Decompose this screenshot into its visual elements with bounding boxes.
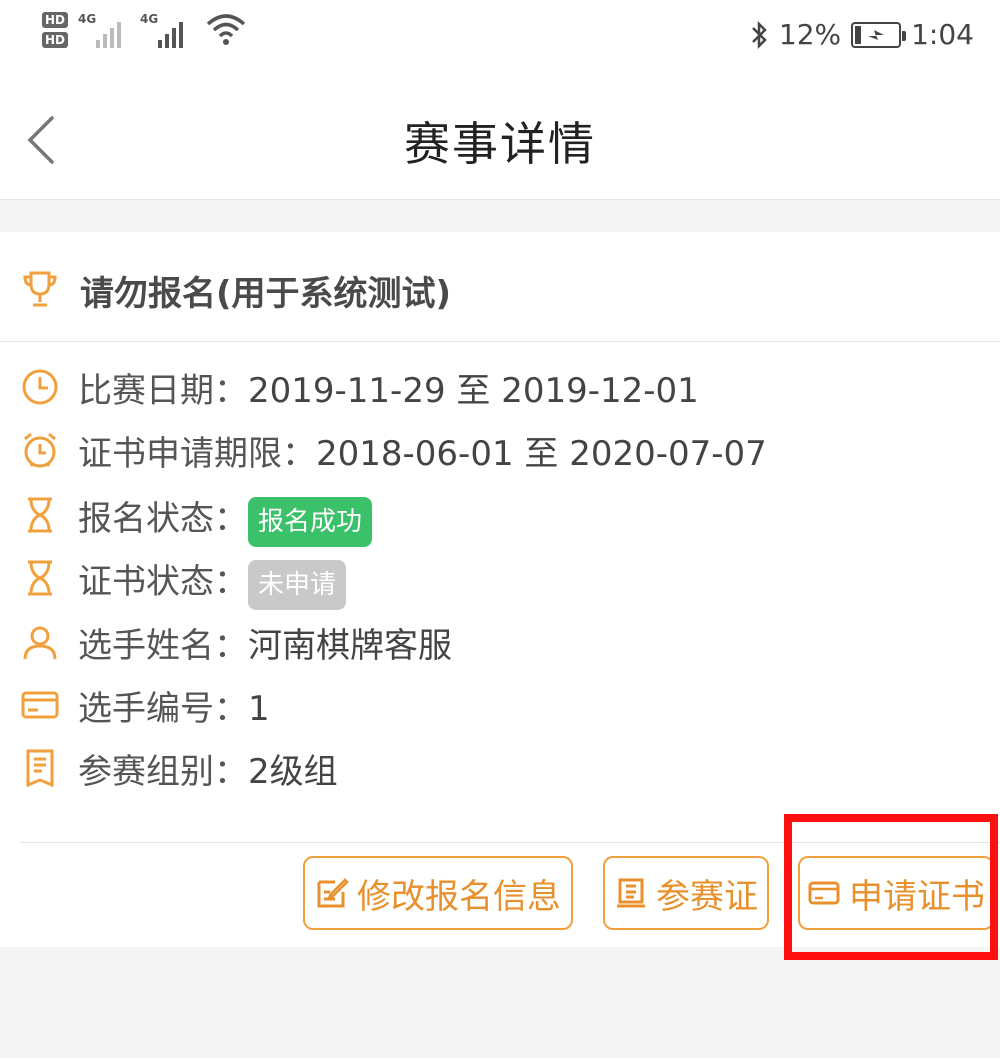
person-icon [23,626,57,660]
entry-pass-button[interactable]: 参赛证 [603,856,769,930]
edit-registration-label: 修改报名信息 [357,876,561,917]
book-icon [617,878,645,908]
hd-badge-2: HD [42,32,69,48]
battery-percent: 12% [778,18,842,51]
info-row-player-number-text: 选手编号：1 [78,681,270,730]
network-type-2: 4G [140,12,159,26]
info-row-registration-status: 报名状态： 报名成功 [0,485,1000,547]
clock-icon [22,369,58,405]
info-value: 2级组 [248,752,338,792]
info-label: 选手姓名： [78,626,248,666]
entry-pass-label: 参赛证 [656,876,758,917]
info-value: 1 [248,689,270,729]
status-bar: HD HD 4G 4G 12% 1:04 [0,0,1000,80]
info-label: 证书申请期限： [78,434,316,474]
info-value: 2019-11-29 至 2019-12-01 [248,371,699,411]
alarm-clock-icon [24,432,56,468]
info-row-cert-deadline: 证书申请期限：2018-06-01 至 2020-07-07 [0,420,1000,476]
document-icon [26,749,54,788]
highlight-box [784,814,998,960]
wifi-icon [206,14,246,45]
status-left: HD HD 4G 4G [42,12,246,62]
edit-registration-button[interactable]: 修改报名信息 [303,856,573,930]
hd-badge-1: HD [42,12,69,28]
info-row-player-name-text: 选手姓名：河南棋牌客服 [78,618,452,667]
info-row-date-text: 比赛日期：2019-11-29 至 2019-12-01 [78,363,699,412]
info-label: 选手编号： [78,689,248,729]
battery-icon [851,21,907,48]
info-label: 参赛组别： [78,752,248,792]
info-row-cert-deadline-text: 证书申请期限：2018-06-01 至 2020-07-07 [78,426,767,475]
info-row-certificate-text: 证书状态： 未申请 [78,554,347,610]
info-value: 2018-06-01 至 2020-07-07 [316,434,767,474]
info-label: 报名状态： [78,499,248,539]
hd-indicators: HD HD [42,12,69,48]
info-row-certificate-status: 证书状态： 未申请 [0,548,1000,610]
edit-icon [317,878,349,908]
info-value: 河南棋牌客服 [248,626,452,666]
info-label: 比赛日期： [78,371,248,411]
hourglass-icon [28,497,52,533]
status-badge-not-applied: 未申请 [248,560,347,610]
info-row-date: 比赛日期：2019-11-29 至 2019-12-01 [0,357,1000,413]
trophy-icon [23,271,57,307]
signal-2-icon: 4G [140,12,192,52]
card-icon [21,691,59,719]
info-row-registration-text: 报名状态： 报名成功 [78,491,373,547]
network-type-1: 4G [78,12,97,26]
page-title: 赛事详情 [404,117,596,171]
hourglass-icon [28,560,52,596]
event-header: 请勿报名(用于系统测试) [0,232,1000,342]
info-row-player-number: 选手编号：1 [0,675,1000,731]
info-label: 证书状态： [78,562,248,602]
bluetooth-icon [751,20,767,49]
info-row-group: 参赛组别：2级组 [0,738,1000,794]
clock-time: 1:04 [911,18,974,51]
info-row-player-name: 选手姓名：河南棋牌客服 [0,612,1000,668]
status-badge-registered: 报名成功 [248,497,373,547]
info-row-group-text: 参赛组别：2级组 [78,744,338,793]
event-title: 请勿报名(用于系统测试) [80,274,452,314]
nav-bar: 赛事详情 [0,80,1000,200]
signal-1-icon: 4G [78,12,130,52]
status-right: 12% 1:04 [749,18,974,51]
